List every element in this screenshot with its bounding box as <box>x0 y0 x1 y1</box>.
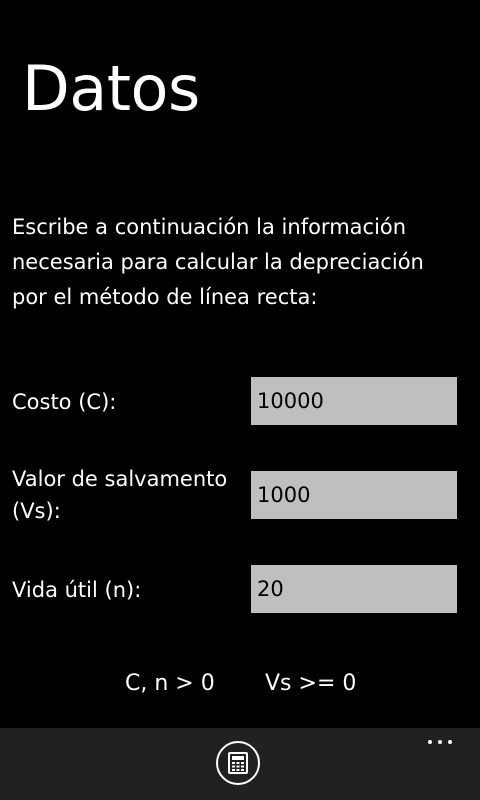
app-bar <box>0 728 480 800</box>
life-input[interactable] <box>251 565 457 613</box>
page-title: Datos <box>22 52 200 125</box>
more-options-button[interactable] <box>428 738 458 748</box>
cost-label: Costo (C): <box>12 390 117 414</box>
constraint-salvage: Vs >= 0 <box>265 671 357 696</box>
more-options-icon <box>428 740 432 744</box>
life-label: Vida útil (n): <box>12 578 142 602</box>
more-options-icon <box>438 740 442 744</box>
instructions-text: Escribe a continuación la información ne… <box>12 215 424 309</box>
calculator-icon <box>228 752 248 774</box>
salvage-label-line1: Valor de salvamento <box>12 467 228 491</box>
salvage-input[interactable] <box>251 471 457 519</box>
cost-input[interactable] <box>251 377 457 425</box>
more-options-icon <box>448 740 452 744</box>
salvage-label-line2: (Vs): <box>12 499 61 523</box>
constraint-cost-life: C, n > 0 <box>125 671 215 696</box>
salvage-label: Valor de salvamento (Vs): <box>12 463 227 527</box>
app-screen: Datos Escribe a continuación la informac… <box>0 0 480 800</box>
calculate-button[interactable] <box>216 741 260 785</box>
